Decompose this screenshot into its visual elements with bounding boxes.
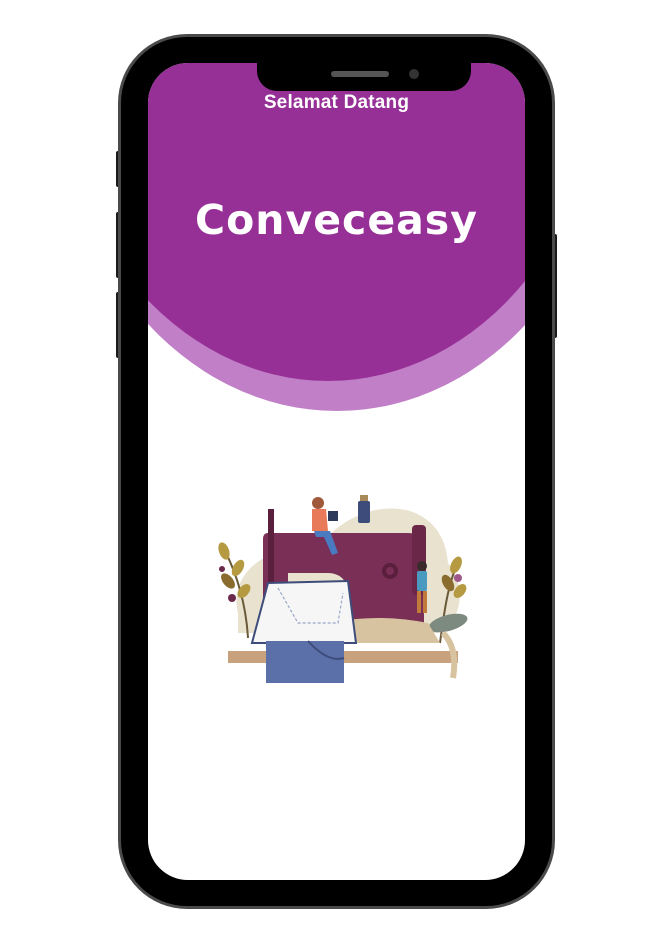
app-brand-title: Conveceasy bbox=[195, 196, 478, 244]
phone-notch bbox=[257, 63, 471, 91]
left-plant-icon bbox=[218, 542, 251, 639]
denim-fabric-icon bbox=[266, 640, 345, 683]
welcome-text: Selamat Datang bbox=[263, 92, 410, 113]
phone-frame: Selamat Datang Conveceasy bbox=[121, 37, 552, 906]
pattern-paper-icon bbox=[250, 579, 358, 644]
front-camera-icon bbox=[409, 69, 419, 79]
app-screen: Selamat Datang Conveceasy bbox=[148, 63, 525, 880]
speaker-grille bbox=[331, 71, 389, 77]
sewing-machine-illustration bbox=[218, 495, 468, 683]
